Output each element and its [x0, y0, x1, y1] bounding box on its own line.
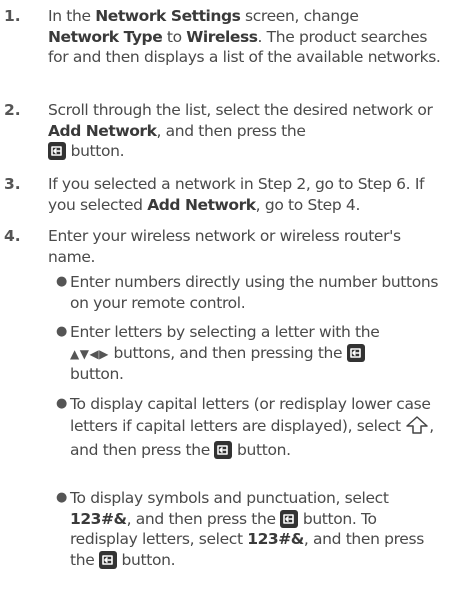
- step-text: In the Network Settings screen, change N…: [48, 7, 441, 66]
- bold-term: Network Settings: [95, 7, 241, 25]
- list-item: ● To display symbols and punctuation, se…: [48, 488, 448, 570]
- step-number: 3.: [4, 175, 21, 193]
- enter-button-icon: [346, 343, 365, 362]
- bold-term: 123#&: [247, 530, 304, 548]
- step-number: 1.: [4, 7, 21, 25]
- bullet-dot: ●: [56, 324, 67, 339]
- list-item: ● Enter numbers directly using the numbe…: [48, 272, 448, 313]
- list-item: ● To display capital letters (or redispl…: [48, 394, 448, 461]
- enter-button-icon: [280, 509, 299, 528]
- step-1: 1. In the Network Settings screen, chang…: [0, 6, 449, 68]
- step-number: 2.: [4, 101, 21, 119]
- step-text: Enter your wireless network or wireless …: [48, 227, 401, 266]
- bold-term: Network Type: [48, 27, 163, 46]
- bold-term: 123#&: [70, 509, 127, 528]
- step-4: 4. Enter your wireless network or wirele…: [0, 226, 449, 267]
- bullet-dot: ●: [56, 274, 67, 289]
- enter-button-icon: [48, 142, 66, 160]
- bullet-text: To display symbols and punctuation, sele…: [70, 489, 424, 569]
- caps-arrow-icon: [405, 415, 429, 441]
- enter-button-icon: [214, 441, 233, 459]
- bullet-text: To display capital letters (or redisplay…: [70, 395, 434, 459]
- bullet-text: Enter numbers directly using the number …: [70, 273, 439, 312]
- step-3: 3. If you selected a network in Step 2, …: [0, 174, 449, 215]
- bold-term: Wireless: [186, 27, 258, 46]
- step-2: 2. Scroll through the list, select the d…: [0, 100, 449, 162]
- bullet-text: Enter letters by selecting a letter with…: [70, 323, 380, 383]
- step-text: If you selected a network in Step 2, go …: [48, 175, 425, 214]
- manual-page: 1. In the Network Settings screen, chang…: [0, 0, 449, 608]
- step-text: Scroll through the list, select the desi…: [48, 101, 433, 160]
- bold-term: Add Network: [48, 121, 157, 140]
- bullet-dot: ●: [56, 396, 67, 411]
- bullet-dot: ●: [56, 490, 67, 505]
- arrow-buttons-icon: ▲▼◀▶: [70, 346, 109, 361]
- step-number: 4.: [4, 227, 21, 245]
- bold-term: Add Network: [147, 195, 256, 214]
- list-item: ● Enter letters by selecting a letter wi…: [48, 322, 448, 385]
- enter-button-icon: [98, 550, 117, 569]
